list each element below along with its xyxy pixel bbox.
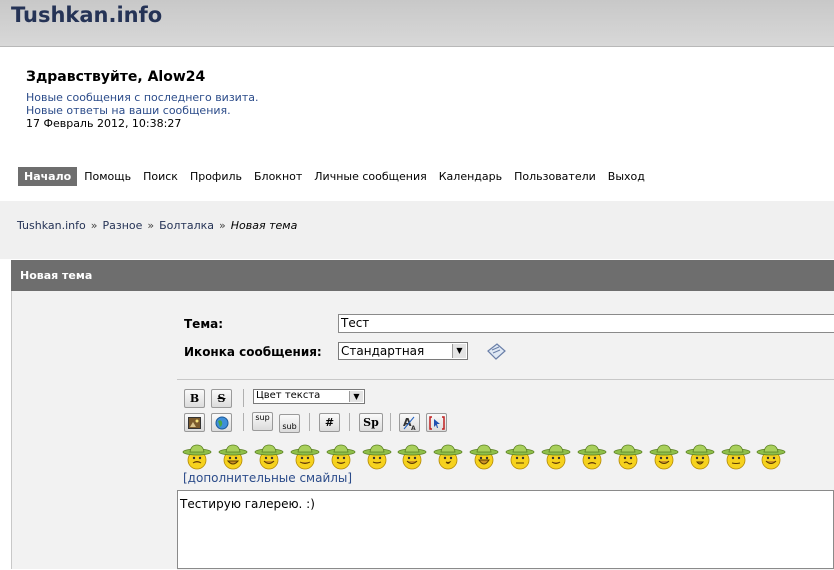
lol-smiley-icon[interactable] — [756, 443, 786, 471]
nav-help[interactable]: Помощь — [78, 167, 137, 186]
breadcrumb-chat[interactable]: Болталка — [159, 219, 214, 232]
chevron-down-icon: ▼ — [349, 391, 363, 402]
chevron-down-icon: ▼ — [452, 344, 466, 358]
nav-home[interactable]: Начало — [18, 167, 78, 186]
cool-smiley-icon[interactable] — [326, 443, 356, 471]
nav-messages[interactable]: Личные сообщения — [308, 167, 432, 186]
insert-image-button[interactable] — [184, 413, 205, 432]
nav-profile[interactable]: Профиль — [184, 167, 248, 186]
nav-notepad[interactable]: Блокнот — [248, 167, 308, 186]
nav-search[interactable]: Поиск — [137, 167, 184, 186]
tongue-smiley-icon[interactable] — [254, 443, 284, 471]
message-icon-label: Иконка сообщения: — [184, 345, 322, 359]
shocked-smiley-icon[interactable] — [685, 443, 715, 471]
remove-format-button[interactable] — [426, 413, 447, 432]
text-color-select[interactable]: Цвет текста ▼ — [253, 389, 365, 404]
eyes-smiley-icon[interactable] — [541, 443, 571, 471]
breadcrumb-sep: » — [219, 219, 226, 232]
nav-members[interactable]: Пользователи — [508, 167, 602, 186]
surprised-smiley-icon[interactable] — [433, 443, 463, 471]
message-icon-preview-icon — [487, 343, 506, 360]
clear-format-icon — [428, 416, 445, 430]
toolbar-divider — [349, 413, 350, 431]
welcome-greeting: Здравствуйте, Alow24 — [26, 69, 206, 85]
wink-smiley-icon[interactable] — [290, 443, 320, 471]
breadcrumb-sep: » — [90, 219, 98, 232]
section-title-bar: Новая тема — [11, 260, 834, 291]
font-size-icon: A A — [403, 416, 416, 432]
font-size-button[interactable]: A A — [399, 413, 420, 432]
angry-smiley-icon[interactable] — [182, 443, 212, 471]
globe-icon — [215, 416, 228, 430]
subscript-button[interactable]: sub — [279, 414, 300, 433]
current-datetime: 17 Февраль 2012, 10:38:27 — [26, 117, 182, 130]
sad-smiley-icon[interactable] — [577, 443, 607, 471]
laugh-smiley-icon[interactable] — [469, 443, 499, 471]
content-smiley-icon[interactable] — [649, 443, 679, 471]
grin-smiley-icon[interactable] — [218, 443, 248, 471]
text-color-value: Цвет текста — [256, 390, 321, 401]
toolbar-divider — [243, 413, 244, 431]
header-bar: Tushkan.info — [0, 0, 834, 47]
code-button[interactable]: # — [319, 413, 340, 432]
site-logo[interactable]: Tushkan.info — [11, 3, 162, 27]
svg-text:A: A — [411, 425, 416, 431]
insert-link-button[interactable] — [211, 413, 232, 432]
section-title: Новая тема — [20, 269, 93, 282]
subject-input[interactable]: Тест — [338, 314, 834, 333]
bold-button[interactable]: B — [184, 389, 205, 408]
strike-button[interactable]: S — [211, 389, 232, 408]
subject-label: Тема: — [184, 317, 224, 331]
message-icon-select[interactable]: Стандартная ▼ — [338, 342, 468, 360]
toolbar-divider — [309, 413, 310, 431]
message-textarea[interactable]: Тестирую галерею. :) — [177, 490, 834, 569]
happy-smiley-icon[interactable] — [397, 443, 427, 471]
main-nav: Начало Помощь Поиск Профиль Блокнот Личн… — [18, 167, 651, 186]
toolbar-divider — [390, 413, 391, 431]
message-icon-value: Стандартная — [341, 344, 425, 358]
toolbar-divider — [243, 389, 244, 407]
confused-smiley-icon[interactable] — [613, 443, 643, 471]
image-icon — [188, 417, 201, 429]
smile-smiley-icon[interactable] — [362, 443, 392, 471]
more-smileys-link[interactable]: [дополнительные смайлы] — [183, 471, 352, 485]
breadcrumb-home[interactable]: Tushkan.info — [17, 219, 86, 232]
superscript-button[interactable]: sup — [252, 412, 273, 431]
breadcrumb: Tushkan.info » Разное » Болталка » Новая… — [17, 219, 297, 232]
neutral-smiley-icon[interactable] — [505, 443, 535, 471]
breadcrumb-misc[interactable]: Разное — [102, 219, 142, 232]
new-posts-link[interactable]: Новые сообщения с последнего визита. — [26, 91, 258, 104]
nav-logout[interactable]: Выход — [602, 167, 651, 186]
spoiler-button[interactable]: Sp — [359, 413, 383, 432]
breadcrumb-sep: » — [147, 219, 155, 232]
sleepy-smiley-icon[interactable] — [721, 443, 751, 471]
new-replies-link[interactable]: Новые ответы на ваши сообщения. — [26, 104, 231, 117]
breadcrumb-current: Новая тема — [230, 219, 298, 232]
nav-calendar[interactable]: Календарь — [433, 167, 508, 186]
